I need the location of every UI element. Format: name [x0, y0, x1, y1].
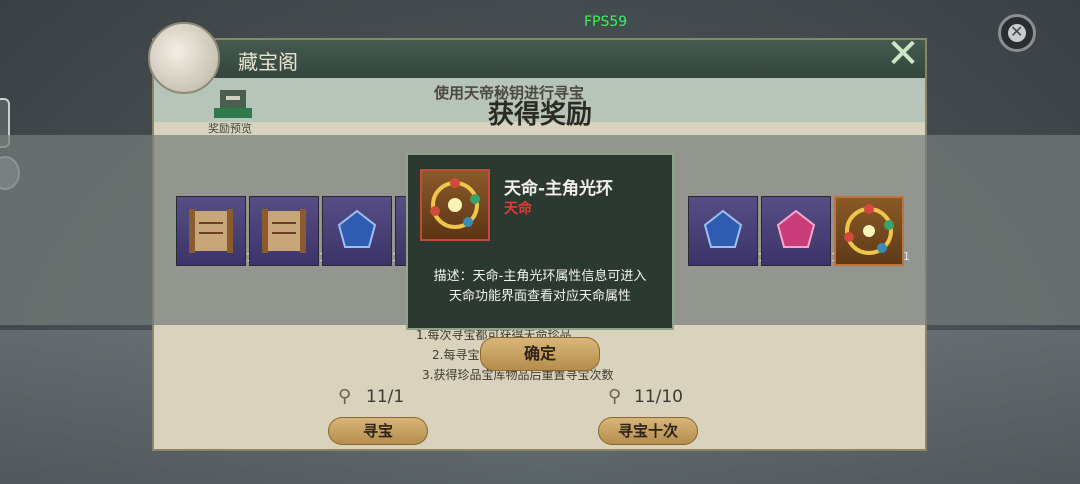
- reward-item[interactable]: 1: [834, 196, 910, 266]
- reward-item[interactable]: 1: [688, 196, 765, 266]
- hunt-once-button[interactable]: 寻宝: [328, 417, 428, 445]
- reward-item[interactable]: 1: [322, 196, 399, 266]
- reward-item[interactable]: 1: [249, 196, 326, 266]
- blue-gem-icon: [703, 209, 743, 248]
- scroll-icon: [262, 209, 306, 253]
- fps-counter: FPS59: [584, 14, 628, 30]
- tooltip-item-type: 天命: [504, 201, 532, 217]
- reward-title: 获得奖励: [488, 100, 593, 130]
- rule-line: 2.每寻宝: [432, 348, 480, 362]
- panel-header: 藏宝阁: [154, 40, 925, 78]
- reward-preview-label: 奖励预览: [208, 122, 252, 135]
- single-hunt-counter: 11/1: [366, 387, 405, 407]
- close-icon[interactable]: ✕: [880, 34, 926, 74]
- settings-round-button[interactable]: ✕: [998, 14, 1036, 52]
- blue-gem-icon: [337, 209, 377, 248]
- scroll-icon: [189, 209, 233, 253]
- confirm-button[interactable]: 确定: [480, 337, 600, 371]
- tooltip-description: 描述：天命-主角光环属性信息可进入 天命功能界面查看对应天命属性: [418, 267, 662, 307]
- key-icon: ⚲: [608, 386, 622, 407]
- reward-item[interactable]: 1: [176, 196, 253, 266]
- golden-halo-icon: [430, 178, 480, 229]
- item-count: 1: [903, 250, 910, 263]
- pink-gem-icon: [776, 209, 816, 248]
- tooltip-item-name: 天命-主角光环: [504, 179, 614, 199]
- hunt-ten-button[interactable]: 寻宝十次: [598, 417, 698, 445]
- close-circle-icon: ✕: [1010, 22, 1024, 41]
- ten-hunt-counter: 11/10: [634, 387, 683, 407]
- tooltip-description-line: 天命功能界面查看对应天命属性: [448, 289, 631, 304]
- item-tooltip: 天命-主角光环 天命 描述：天命-主角光环属性信息可进入 天命功能界面查看对应天…: [406, 153, 674, 330]
- panel-title: 藏宝阁: [238, 50, 298, 74]
- key-icon: ⚲: [338, 386, 352, 407]
- reward-item[interactable]: 1: [761, 196, 838, 266]
- tooltip-item-frame: [420, 169, 490, 241]
- golden-halo-icon: [844, 204, 894, 255]
- tooltip-description-line: 描述：天命-主角光环属性信息可进入: [433, 269, 647, 284]
